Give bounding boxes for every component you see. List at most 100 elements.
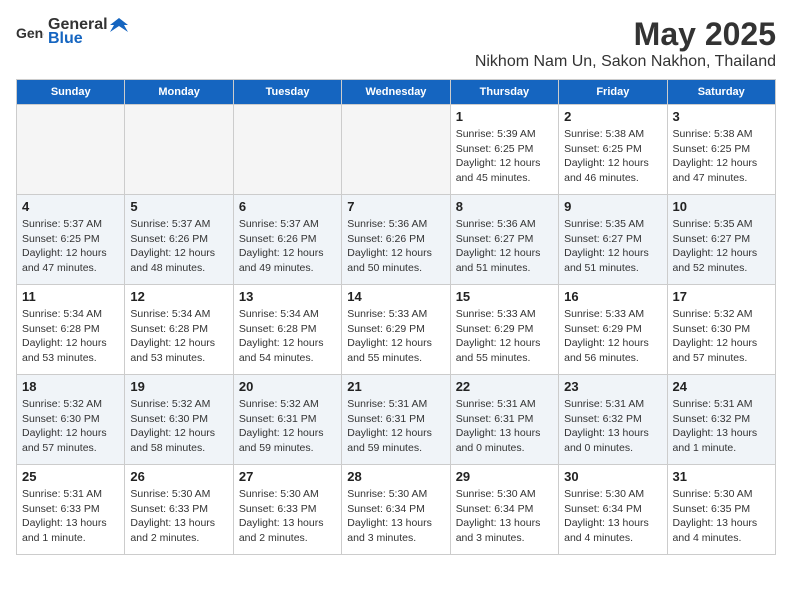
calendar-cell: 14Sunrise: 5:33 AM Sunset: 6:29 PM Dayli… [342,285,450,375]
cell-date: 20 [239,379,336,394]
week-row-1: 1Sunrise: 5:39 AM Sunset: 6:25 PM Daylig… [17,105,776,195]
calendar-cell: 2 Sunrise: 5:38 AM Sunset: 6:25 PM Daylig… [559,105,667,195]
calendar-cell: 11Sunrise: 5:34 AM Sunset: 6:28 PM Dayli… [17,285,125,375]
cell-date: 6 [239,199,336,214]
logo-bird-icon [110,16,128,34]
day-header-tuesday: Tuesday [233,80,341,105]
cell-date: 24 [673,379,770,394]
cell-date: 19 [130,379,227,394]
calendar-cell: 8 Sunrise: 5:36 AM Sunset: 6:27 PM Daylig… [450,195,558,285]
calendar-cell: 31Sunrise: 5:30 AM Sunset: 6:35 PM Dayli… [667,465,775,555]
cell-info: Sunrise: 5:33 AM Sunset: 6:29 PM Dayligh… [347,307,444,366]
cell-date: 1 [456,109,553,124]
calendar-body: 1Sunrise: 5:39 AM Sunset: 6:25 PM Daylig… [17,105,776,555]
calendar-cell: 26 Sunrise: 5:30 AM Sunset: 6:33 PM Dayli… [125,465,233,555]
cell-info: Sunrise: 5:34 AM Sunset: 6:28 PM Dayligh… [130,307,227,366]
calendar-cell: 28 Sunrise: 5:30 AM Sunset: 6:34 PM Dayli… [342,465,450,555]
cell-date: 15 [456,289,553,304]
calendar-cell: 3 Sunrise: 5:38 AM Sunset: 6:25 PM Daylig… [667,105,775,195]
cell-info: Sunrise: 5:37 AM Sunset: 6:26 PM Dayligh… [130,217,227,276]
cell-date: 9 [564,199,661,214]
day-header-saturday: Saturday [667,80,775,105]
cell-info: Sunrise: 5:34 AM Sunset: 6:28 PM Dayligh… [22,307,119,366]
calendar-header-row: SundayMondayTuesdayWednesdayThursdayFrid… [17,80,776,105]
cell-info: Sunrise: 5:32 AM Sunset: 6:30 PM Dayligh… [130,397,227,456]
cell-info: Sunrise: 5:37 AM Sunset: 6:25 PM Dayligh… [22,217,119,276]
calendar-cell: 22 Sunrise: 5:31 AM Sunset: 6:31 PM Dayli… [450,375,558,465]
cell-date: 12 [130,289,227,304]
cell-info: Sunrise: 5:38 AM Sunset: 6:25 PM Dayligh… [564,127,661,186]
cell-info: Sunrise: 5:34 AM Sunset: 6:28 PM Dayligh… [239,307,336,366]
cell-date: 30 [564,469,661,484]
calendar-cell: 24 Sunrise: 5:31 AM Sunset: 6:32 PM Dayli… [667,375,775,465]
calendar-cell: 6 Sunrise: 5:37 AM Sunset: 6:26 PM Daylig… [233,195,341,285]
week-row-2: 4 Sunrise: 5:37 AM Sunset: 6:25 PM Daylig… [17,195,776,285]
calendar-cell: 10 Sunrise: 5:35 AM Sunset: 6:27 PM Dayli… [667,195,775,285]
cell-info: Sunrise: 5:32 AM Sunset: 6:30 PM Dayligh… [22,397,119,456]
cell-date: 26 [130,469,227,484]
day-header-wednesday: Wednesday [342,80,450,105]
calendar-cell [233,105,341,195]
calendar-cell: 1Sunrise: 5:39 AM Sunset: 6:25 PM Daylig… [450,105,558,195]
cell-info: Sunrise: 5:30 AM Sunset: 6:33 PM Dayligh… [130,487,227,546]
cell-date: 18 [22,379,119,394]
cell-info: Sunrise: 5:30 AM Sunset: 6:34 PM Dayligh… [347,487,444,546]
day-header-monday: Monday [125,80,233,105]
cell-info: Sunrise: 5:33 AM Sunset: 6:29 PM Dayligh… [456,307,553,366]
logo: General General Blue [16,16,128,48]
calendar-cell: 17 Sunrise: 5:32 AM Sunset: 6:30 PM Dayli… [667,285,775,375]
cell-info: Sunrise: 5:36 AM Sunset: 6:27 PM Dayligh… [456,217,553,276]
cell-info: Sunrise: 5:36 AM Sunset: 6:26 PM Dayligh… [347,217,444,276]
cell-info: Sunrise: 5:30 AM Sunset: 6:33 PM Dayligh… [239,487,336,546]
cell-info: Sunrise: 5:31 AM Sunset: 6:33 PM Dayligh… [22,487,119,546]
cell-info: Sunrise: 5:32 AM Sunset: 6:30 PM Dayligh… [673,307,770,366]
calendar-cell: 4 Sunrise: 5:37 AM Sunset: 6:25 PM Daylig… [17,195,125,285]
cell-info: Sunrise: 5:30 AM Sunset: 6:35 PM Dayligh… [673,487,770,546]
calendar-cell: 19 Sunrise: 5:32 AM Sunset: 6:30 PM Dayli… [125,375,233,465]
logo-icon: General [16,18,44,46]
cell-info: Sunrise: 5:31 AM Sunset: 6:31 PM Dayligh… [347,397,444,456]
cell-info: Sunrise: 5:37 AM Sunset: 6:26 PM Dayligh… [239,217,336,276]
cell-info: Sunrise: 5:31 AM Sunset: 6:32 PM Dayligh… [673,397,770,456]
cell-info: Sunrise: 5:31 AM Sunset: 6:32 PM Dayligh… [564,397,661,456]
day-header-thursday: Thursday [450,80,558,105]
calendar-cell: 18 Sunrise: 5:32 AM Sunset: 6:30 PM Dayli… [17,375,125,465]
calendar-cell [17,105,125,195]
week-row-4: 18 Sunrise: 5:32 AM Sunset: 6:30 PM Dayli… [17,375,776,465]
calendar-cell [125,105,233,195]
cell-info: Sunrise: 5:38 AM Sunset: 6:25 PM Dayligh… [673,127,770,186]
cell-date: 8 [456,199,553,214]
cell-info: Sunrise: 5:30 AM Sunset: 6:34 PM Dayligh… [456,487,553,546]
calendar-cell: 25Sunrise: 5:31 AM Sunset: 6:33 PM Dayli… [17,465,125,555]
cell-date: 23 [564,379,661,394]
cell-info: Sunrise: 5:33 AM Sunset: 6:29 PM Dayligh… [564,307,661,366]
cell-info: Sunrise: 5:32 AM Sunset: 6:31 PM Dayligh… [239,397,336,456]
cell-date: 4 [22,199,119,214]
calendar-cell: 5Sunrise: 5:37 AM Sunset: 6:26 PM Daylig… [125,195,233,285]
cell-date: 27 [239,469,336,484]
cell-date: 10 [673,199,770,214]
cell-info: Sunrise: 5:35 AM Sunset: 6:27 PM Dayligh… [673,217,770,276]
cell-info: Sunrise: 5:31 AM Sunset: 6:31 PM Dayligh… [456,397,553,456]
calendar-cell: 13 Sunrise: 5:34 AM Sunset: 6:28 PM Dayli… [233,285,341,375]
title-area: May 2025 Nikhom Nam Un, Sakon Nakhon, Th… [475,16,776,71]
week-row-3: 11Sunrise: 5:34 AM Sunset: 6:28 PM Dayli… [17,285,776,375]
cell-date: 16 [564,289,661,304]
calendar-cell: 9Sunrise: 5:35 AM Sunset: 6:27 PM Daylig… [559,195,667,285]
calendar-cell: 12 Sunrise: 5:34 AM Sunset: 6:28 PM Dayli… [125,285,233,375]
cell-date: 13 [239,289,336,304]
cell-date: 3 [673,109,770,124]
cell-date: 2 [564,109,661,124]
cell-date: 22 [456,379,553,394]
calendar-table: SundayMondayTuesdayWednesdayThursdayFrid… [16,79,776,555]
cell-date: 17 [673,289,770,304]
calendar-cell: 30Sunrise: 5:30 AM Sunset: 6:34 PM Dayli… [559,465,667,555]
calendar-cell: 16 Sunrise: 5:33 AM Sunset: 6:29 PM Dayli… [559,285,667,375]
week-row-5: 25Sunrise: 5:31 AM Sunset: 6:33 PM Dayli… [17,465,776,555]
cell-date: 28 [347,469,444,484]
cell-date: 29 [456,469,553,484]
calendar-cell: 7Sunrise: 5:36 AM Sunset: 6:26 PM Daylig… [342,195,450,285]
calendar-cell: 29 Sunrise: 5:30 AM Sunset: 6:34 PM Dayli… [450,465,558,555]
calendar-cell: 23 Sunrise: 5:31 AM Sunset: 6:32 PM Dayli… [559,375,667,465]
calendar-cell: 21Sunrise: 5:31 AM Sunset: 6:31 PM Dayli… [342,375,450,465]
